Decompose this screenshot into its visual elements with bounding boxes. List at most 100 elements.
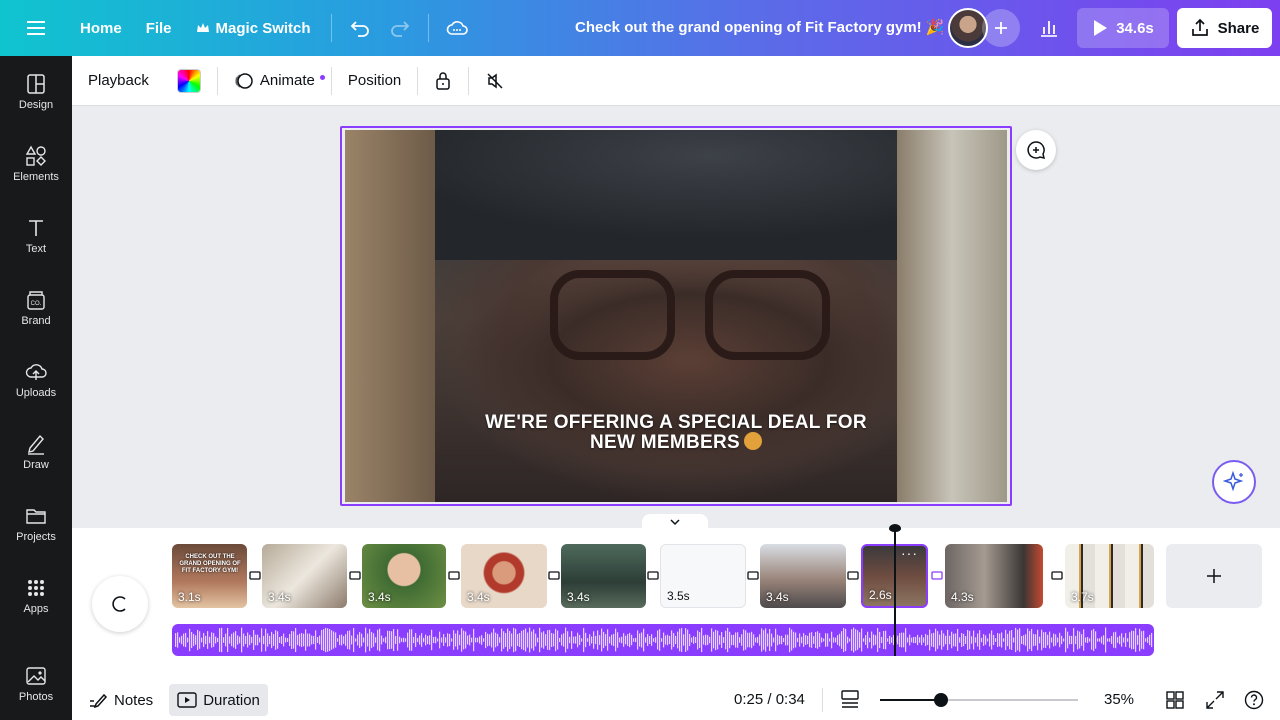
comment-plus-icon	[1027, 141, 1046, 160]
undo-icon	[350, 21, 369, 37]
magic-switch-button[interactable]: Magic Switch	[184, 10, 323, 46]
canvas-caption-text[interactable]: WE'RE OFFERING A SPECIAL DEAL FOR NEW ME…	[345, 413, 1007, 452]
color-button[interactable]	[169, 63, 209, 99]
transition-icon[interactable]	[746, 569, 760, 583]
mute-button[interactable]	[477, 63, 513, 99]
plus-icon	[995, 22, 1007, 34]
notes-label: Notes	[114, 691, 154, 709]
timeline-clip[interactable]: 3.4s	[362, 544, 446, 608]
zoom-slider-fill	[880, 699, 942, 701]
cloud-icon	[446, 21, 468, 35]
divider	[822, 688, 823, 712]
position-button[interactable]: Position	[340, 63, 409, 99]
timeline-clip[interactable]: CHECK OUT THE GRAND OPENING OF FIT FACTO…	[172, 544, 247, 608]
zoom-slider-handle[interactable]	[934, 693, 949, 707]
fullscreen-button[interactable]	[1206, 691, 1224, 714]
duration-button[interactable]: Duration	[169, 684, 268, 716]
menu-icon	[27, 21, 45, 35]
video-icon	[177, 692, 197, 708]
duration-label: Duration	[203, 691, 260, 709]
transition-icon[interactable]	[447, 569, 461, 583]
document-title[interactable]: Check out the grand opening of Fit Facto…	[575, 18, 945, 36]
file-menu[interactable]: File	[134, 10, 184, 46]
animate-button[interactable]: Animate	[226, 63, 325, 99]
clip-duration: 3.7s	[1071, 590, 1094, 604]
photo-glasses-right	[705, 270, 830, 360]
sidebar: Design Elements Text CO. Brand Uploads D…	[0, 56, 72, 720]
grid-view-button[interactable]	[1166, 691, 1184, 714]
add-page-button[interactable]	[1166, 544, 1262, 608]
transition-icon[interactable]	[1050, 569, 1064, 583]
insights-button[interactable]	[1030, 9, 1068, 47]
image-icon	[26, 667, 46, 685]
present-play-button[interactable]: 34.6s	[1077, 8, 1169, 48]
divider	[417, 66, 419, 95]
home-link[interactable]: Home	[68, 10, 134, 46]
sidebar-item-draw[interactable]: Draw	[0, 420, 72, 484]
sidebar-item-uploads[interactable]: Uploads	[0, 348, 72, 412]
footer-bar: Notes Duration 0:25 / 0:34 35%	[72, 680, 1280, 720]
timeline-clip[interactable]: 3.4s	[561, 544, 646, 608]
lock-button[interactable]	[426, 63, 460, 99]
sidebar-item-photos[interactable]: Photos	[0, 652, 72, 716]
clip-duration: 3.5s	[667, 589, 690, 603]
crown-icon	[196, 23, 209, 32]
timeline-clip[interactable]: 3.4s	[461, 544, 547, 608]
collapse-timeline-button[interactable]	[642, 514, 708, 530]
add-collaborator-button[interactable]	[982, 9, 1020, 47]
share-upload-icon	[1191, 18, 1208, 36]
notes-button[interactable]: Notes	[80, 684, 161, 716]
timeline-clip[interactable]: 4.3s	[945, 544, 1043, 608]
view-toggle-button[interactable]	[840, 689, 860, 714]
caption-line-2: NEW MEMBERS	[589, 432, 741, 453]
playhead[interactable]	[894, 528, 896, 656]
loading-indicator	[92, 576, 148, 632]
editor-toolbar: Playback Animate Position	[72, 56, 1280, 106]
sidebar-item-apps[interactable]: Apps	[0, 564, 72, 628]
menu-button[interactable]	[0, 0, 72, 56]
magic-assistant-button[interactable]	[1212, 460, 1256, 504]
undo-button[interactable]	[340, 10, 380, 46]
save-status-button[interactable]	[437, 10, 477, 46]
clip-duration: 3.4s	[567, 590, 590, 604]
transition-icon[interactable]	[547, 569, 561, 583]
audio-track[interactable]	[172, 624, 1154, 656]
transition-icon[interactable]	[846, 569, 860, 583]
sidebar-item-elements[interactable]: Elements	[0, 132, 72, 196]
transition-icon[interactable]	[248, 569, 262, 583]
zoom-level[interactable]: 35%	[1104, 691, 1134, 708]
sidebar-item-projects[interactable]: Projects	[0, 492, 72, 556]
transition-icon[interactable]	[930, 569, 944, 583]
sidebar-item-brand[interactable]: CO. Brand	[0, 276, 72, 340]
playback-button[interactable]: Playback	[80, 63, 157, 99]
bar-chart-icon	[1041, 21, 1057, 37]
add-comment-button[interactable]	[1016, 130, 1056, 170]
help-button[interactable]	[1244, 690, 1264, 715]
sidebar-item-label: Uploads	[15, 387, 57, 399]
layout-icon	[27, 74, 45, 94]
share-label: Share	[1217, 19, 1260, 37]
clip-duration: 3.4s	[268, 590, 291, 604]
sidebar-item-design[interactable]: Design	[0, 60, 72, 124]
timeline-clip[interactable]: 3.4s	[262, 544, 347, 608]
sidebar-item-label: Photos	[18, 691, 54, 703]
clip-more-options-icon[interactable]: ···	[901, 546, 918, 560]
divider	[427, 14, 429, 42]
time-readout: 0:25 / 0:34	[734, 691, 805, 708]
timeline-clip[interactable]: 3.7s	[1065, 544, 1154, 608]
share-button[interactable]: Share	[1177, 8, 1272, 48]
grid-icon	[28, 580, 44, 596]
audio-waveform	[175, 627, 1153, 653]
transition-icon[interactable]	[646, 569, 660, 583]
divider	[216, 66, 218, 95]
sidebar-item-label: Draw	[23, 459, 49, 471]
sidebar-item-label: Apps	[23, 603, 49, 615]
expand-icon	[1206, 691, 1224, 709]
transition-icon[interactable]	[348, 569, 362, 583]
redo-button[interactable]	[380, 10, 420, 46]
playhead-handle[interactable]	[889, 524, 901, 532]
timeline-clip[interactable]: 3.4s	[760, 544, 846, 608]
timeline-clip[interactable]: 3.5s	[660, 544, 746, 608]
sidebar-item-text[interactable]: Text	[0, 204, 72, 268]
top-bar: Home File Magic Switch Check out the gra…	[0, 0, 1280, 56]
